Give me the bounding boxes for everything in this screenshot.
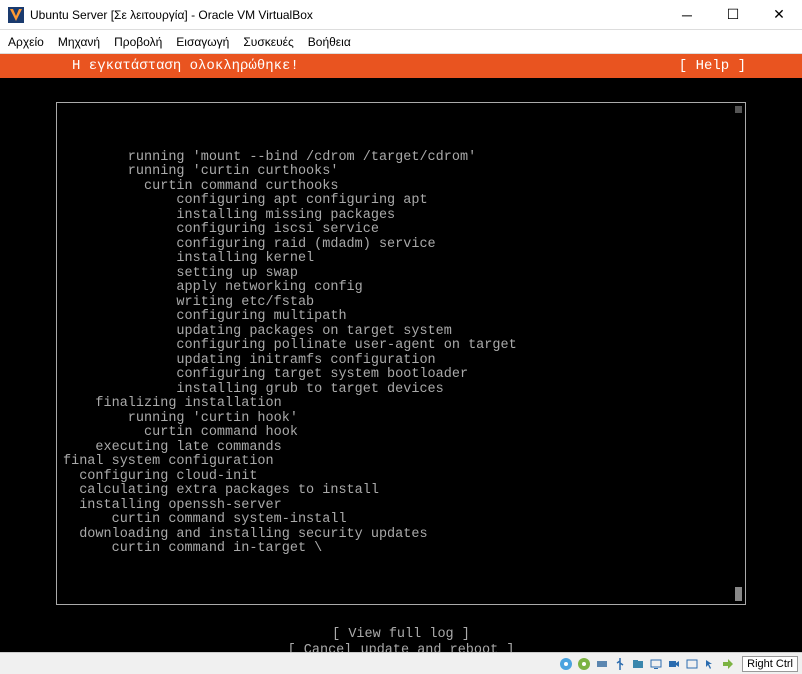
menu-file[interactable]: Αρχείο [8, 35, 44, 49]
help-button[interactable]: [ Help ] [679, 58, 746, 74]
menu-machine[interactable]: Μηχανή [58, 35, 100, 49]
menubar: Αρχείο Μηχανή Προβολή Εισαγωγή Συσκευές … [0, 30, 802, 54]
usb-icon[interactable] [612, 656, 628, 672]
menu-input[interactable]: Εισαγωγή [176, 35, 229, 49]
cancel-update-reboot-button[interactable]: [ Cancel update and reboot ] [56, 643, 746, 652]
window-title: Ubuntu Server [Σε λειτουργία] - Oracle V… [30, 8, 664, 22]
recording-icon[interactable] [666, 656, 682, 672]
hard-disk-icon[interactable] [558, 656, 574, 672]
menu-help[interactable]: Βοήθεια [308, 35, 351, 49]
view-full-log-button[interactable]: [ View full log ] [56, 627, 746, 643]
menu-view[interactable]: Προβολή [114, 35, 162, 49]
install-log[interactable]: running 'mount --bind /cdrom /target/cdr… [56, 102, 746, 605]
installer-body: running 'mount --bind /cdrom /target/cdr… [0, 78, 802, 652]
virtualbox-icon [8, 7, 24, 23]
log-content: running 'mount --bind /cdrom /target/cdr… [63, 151, 739, 557]
keyboard-capture-icon[interactable] [720, 656, 736, 672]
host-key-indicator[interactable]: Right Ctrl [742, 656, 798, 672]
scroll-thumb[interactable] [735, 587, 742, 601]
statusbar: Right Ctrl [0, 652, 802, 674]
close-button[interactable]: ✕ [756, 0, 802, 30]
installer-buttons: [ View full log ] [ Cancel update and re… [56, 627, 746, 652]
mouse-integration-icon[interactable] [702, 656, 718, 672]
menu-devices[interactable]: Συσκευές [243, 35, 293, 49]
installer-header-text: Η εγκατάσταση ολοκληρώθηκε! [72, 58, 679, 74]
display-icon[interactable] [648, 656, 664, 672]
scroll-up-indicator [735, 106, 742, 113]
network-icon[interactable] [594, 656, 610, 672]
optical-drive-icon[interactable] [576, 656, 592, 672]
minimize-button[interactable]: ─ [664, 0, 710, 30]
installer-header-bar: Η εγκατάσταση ολοκληρώθηκε! [ Help ] [0, 54, 802, 78]
vm-display[interactable]: Η εγκατάσταση ολοκληρώθηκε! [ Help ] run… [0, 54, 802, 652]
audio-icon[interactable] [684, 656, 700, 672]
window-titlebar: Ubuntu Server [Σε λειτουργία] - Oracle V… [0, 0, 802, 30]
shared-folders-icon[interactable] [630, 656, 646, 672]
maximize-button[interactable]: ☐ [710, 0, 756, 30]
